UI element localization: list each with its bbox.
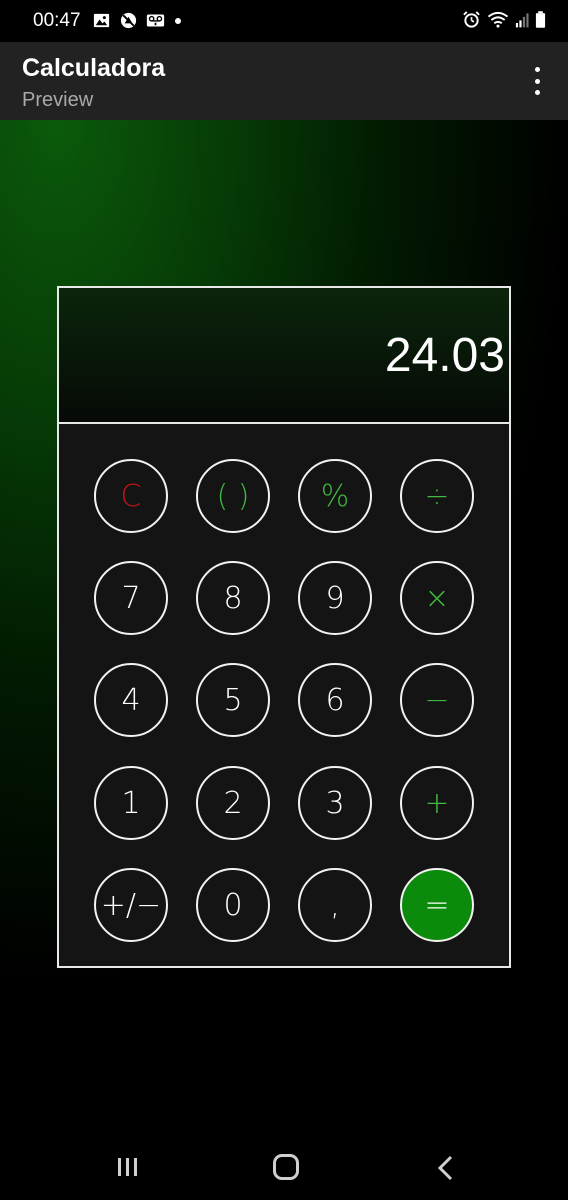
notification-dot	[175, 17, 181, 24]
digit-7-button[interactable]: 7	[94, 561, 168, 635]
nav-bar	[0, 1133, 568, 1200]
status-right-icons	[462, 10, 546, 29]
app-title: Calculadora	[22, 54, 166, 82]
calculator: 24.03 C ( )% ÷ 7 8 9 × 4 5 6− 1 2 3 + +/− 0, =	[57, 286, 511, 968]
digit-8-button[interactable]: 8	[196, 561, 270, 635]
digit-9-button[interactable]: 9	[298, 561, 372, 635]
more-vert-icon[interactable]	[522, 64, 552, 98]
clear-button[interactable]: C	[94, 459, 168, 533]
digit-1-button[interactable]: 1	[94, 766, 168, 840]
voicemail-icon	[146, 14, 165, 27]
percent-button[interactable]: %	[298, 459, 372, 533]
signal-icon	[515, 13, 529, 28]
recent-apps-icon[interactable]	[116, 1156, 140, 1178]
digit-4-button[interactable]: 4	[94, 663, 168, 737]
wifi-icon	[487, 11, 509, 28]
parentheses-button[interactable]: ( )	[196, 459, 270, 533]
no-disturb-icon	[120, 12, 137, 29]
subtract-button[interactable]: −	[400, 663, 474, 737]
alarm-icon	[463, 11, 480, 28]
calculator-display: 24.03	[59, 288, 509, 424]
sign-toggle-button[interactable]: +/−	[94, 868, 168, 942]
battery-icon	[535, 11, 546, 28]
divide-button[interactable]: ÷	[400, 459, 474, 533]
digit-0-button[interactable]: 0	[196, 868, 270, 942]
keypad: C ( )% ÷ 7 8 9 × 4 5 6− 1 2 3 + +/− 0, =	[59, 424, 509, 966]
digit-6-button[interactable]: 6	[298, 663, 372, 737]
decimal-button[interactable]: ,	[298, 868, 372, 942]
equals-button[interactable]: =	[400, 868, 474, 942]
digit-2-button[interactable]: 2	[196, 766, 270, 840]
image-icon	[93, 13, 110, 28]
status-time: 00:47	[33, 10, 81, 31]
back-icon[interactable]	[436, 1155, 456, 1181]
app-subtitle: Preview	[22, 89, 94, 111]
status-bar: 00:47	[0, 0, 568, 42]
multiply-button[interactable]: ×	[400, 561, 474, 635]
digit-3-button[interactable]: 3	[298, 766, 372, 840]
display-value: 24.03	[384, 329, 505, 382]
digit-5-button[interactable]: 5	[196, 663, 270, 737]
add-button[interactable]: +	[400, 766, 474, 840]
home-icon[interactable]	[273, 1154, 299, 1180]
status-left-icons	[92, 11, 181, 30]
app-bar: Calculadora Preview	[0, 42, 568, 120]
